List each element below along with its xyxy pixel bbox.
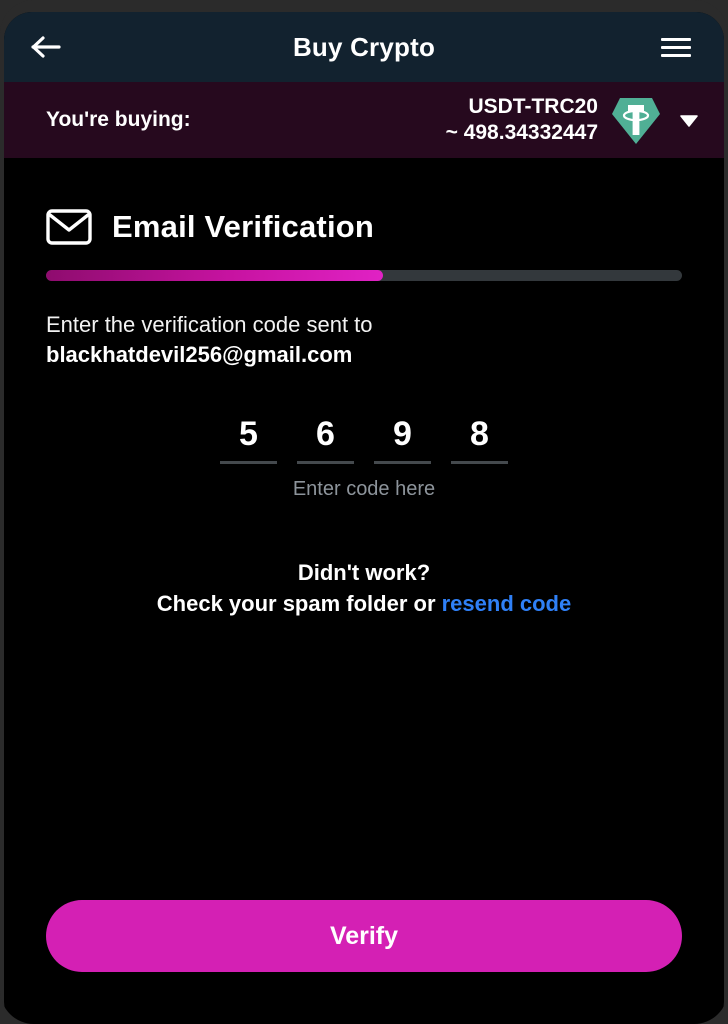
code-digit-1: 5 xyxy=(239,414,258,453)
code-input-2[interactable]: 6 xyxy=(297,412,354,464)
menu-line-top xyxy=(661,37,691,41)
chevron-down-icon[interactable] xyxy=(674,105,704,135)
code-underline-4 xyxy=(451,460,508,464)
instruction-text: Enter the verification code sent to xyxy=(46,312,373,337)
code-underline-1 xyxy=(220,460,277,464)
code-digit-4: 8 xyxy=(470,414,489,453)
main-content: Email Verification Enter the verificatio… xyxy=(4,158,724,900)
code-input-1[interactable]: 5 xyxy=(220,412,277,464)
verification-heading: Email Verification xyxy=(46,208,682,246)
footer: Verify xyxy=(4,900,724,1024)
code-underline-3 xyxy=(374,460,431,464)
resend-title: Didn't work? xyxy=(297,559,431,585)
asset-symbol: USDT-TRC20 xyxy=(468,95,598,119)
hamburger-menu-icon[interactable] xyxy=(654,25,698,69)
menu-line-middle xyxy=(661,45,691,49)
buying-label: You're buying: xyxy=(46,108,191,131)
asset-selector[interactable]: USDT-TRC20 ~ 498.34332447 xyxy=(446,94,704,146)
asset-amounts: USDT-TRC20 ~ 498.34332447 xyxy=(446,94,598,145)
recipient-email: blackhatdevil256@gmail.com xyxy=(46,341,353,367)
code-entry-group: 5 6 9 8 Enter code here xyxy=(46,412,682,501)
top-navigation-bar: Buy Crypto xyxy=(4,12,724,82)
app-screen: Buy Crypto You're buying: USDT-TRC20 ~ 4… xyxy=(4,12,724,1024)
back-button[interactable] xyxy=(30,24,76,70)
buying-summary-bar: You're buying: USDT-TRC20 ~ 498.34332447 xyxy=(4,82,724,158)
resend-code-link[interactable]: resend code xyxy=(442,591,572,616)
page-title: Buy Crypto xyxy=(292,31,436,62)
arrow-left-icon xyxy=(30,34,62,60)
progress-bar-fill xyxy=(46,270,384,281)
code-underline-2 xyxy=(297,460,354,464)
progress-bar-track xyxy=(46,270,682,281)
tether-usdt-icon xyxy=(610,94,662,146)
verify-button[interactable]: Verify xyxy=(46,900,682,972)
code-input-3[interactable]: 9 xyxy=(374,412,431,464)
verification-title: Email Verification xyxy=(112,209,375,244)
envelope-icon xyxy=(46,208,92,246)
resend-line: Check your spam folder or resend code xyxy=(46,588,682,619)
resend-prefix: Check your spam folder or xyxy=(156,591,442,617)
code-inputs: 5 6 9 8 xyxy=(220,412,508,464)
asset-amount: ~ 498.34332447 xyxy=(445,121,598,144)
device-frame: Buy Crypto You're buying: USDT-TRC20 ~ 4… xyxy=(0,0,728,1024)
code-digit-2: 6 xyxy=(316,414,335,453)
code-digit-3: 9 xyxy=(393,414,412,453)
resend-block: Didn't work? Check your spam folder or r… xyxy=(46,557,682,619)
menu-line-bottom xyxy=(661,53,691,57)
code-placeholder-label: Enter code here xyxy=(292,477,436,500)
code-input-4[interactable]: 8 xyxy=(451,412,508,464)
instruction-block: Enter the verification code sent to blac… xyxy=(46,310,682,370)
